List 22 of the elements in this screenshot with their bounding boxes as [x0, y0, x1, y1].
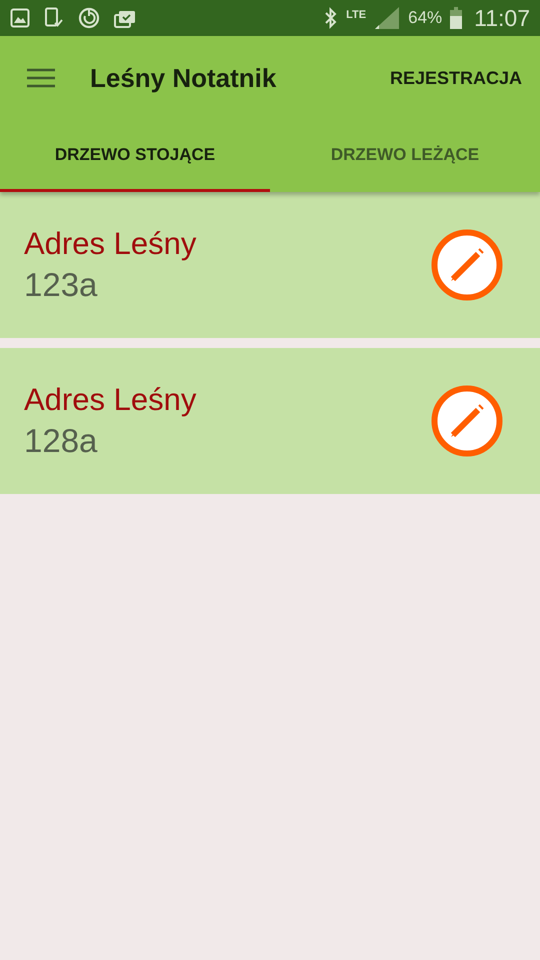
register-button[interactable]: REJESTRACJA	[390, 64, 522, 92]
edit-icon[interactable]	[431, 229, 503, 301]
image-icon	[10, 8, 30, 28]
bluetooth-icon	[324, 7, 338, 29]
edit-icon[interactable]	[431, 385, 503, 457]
sync-circle-icon	[78, 7, 100, 29]
tablet-check-icon	[44, 7, 64, 29]
signal-icon	[374, 6, 400, 30]
item-title: Adres Leśny	[24, 226, 198, 262]
item-number: 128a	[24, 422, 98, 460]
item-title: Adres Leśny	[24, 382, 198, 418]
tab[interactable]: DRZEWO LEŻĄCE	[270, 120, 540, 192]
clock-time: 11:07	[474, 4, 530, 32]
item-number: 123a	[24, 266, 98, 304]
list-item[interactable]: Adres Leśny 123a	[0, 192, 540, 338]
battery-percent: 64%	[408, 8, 442, 28]
network-type: LTE	[346, 8, 366, 20]
list-item[interactable]: Adres Leśny 128a	[0, 348, 540, 494]
briefcase-check-icon	[114, 8, 136, 28]
app-title: Leśny Notatnik	[90, 62, 278, 94]
battery-icon	[450, 7, 462, 29]
menu-icon[interactable]	[27, 68, 55, 88]
